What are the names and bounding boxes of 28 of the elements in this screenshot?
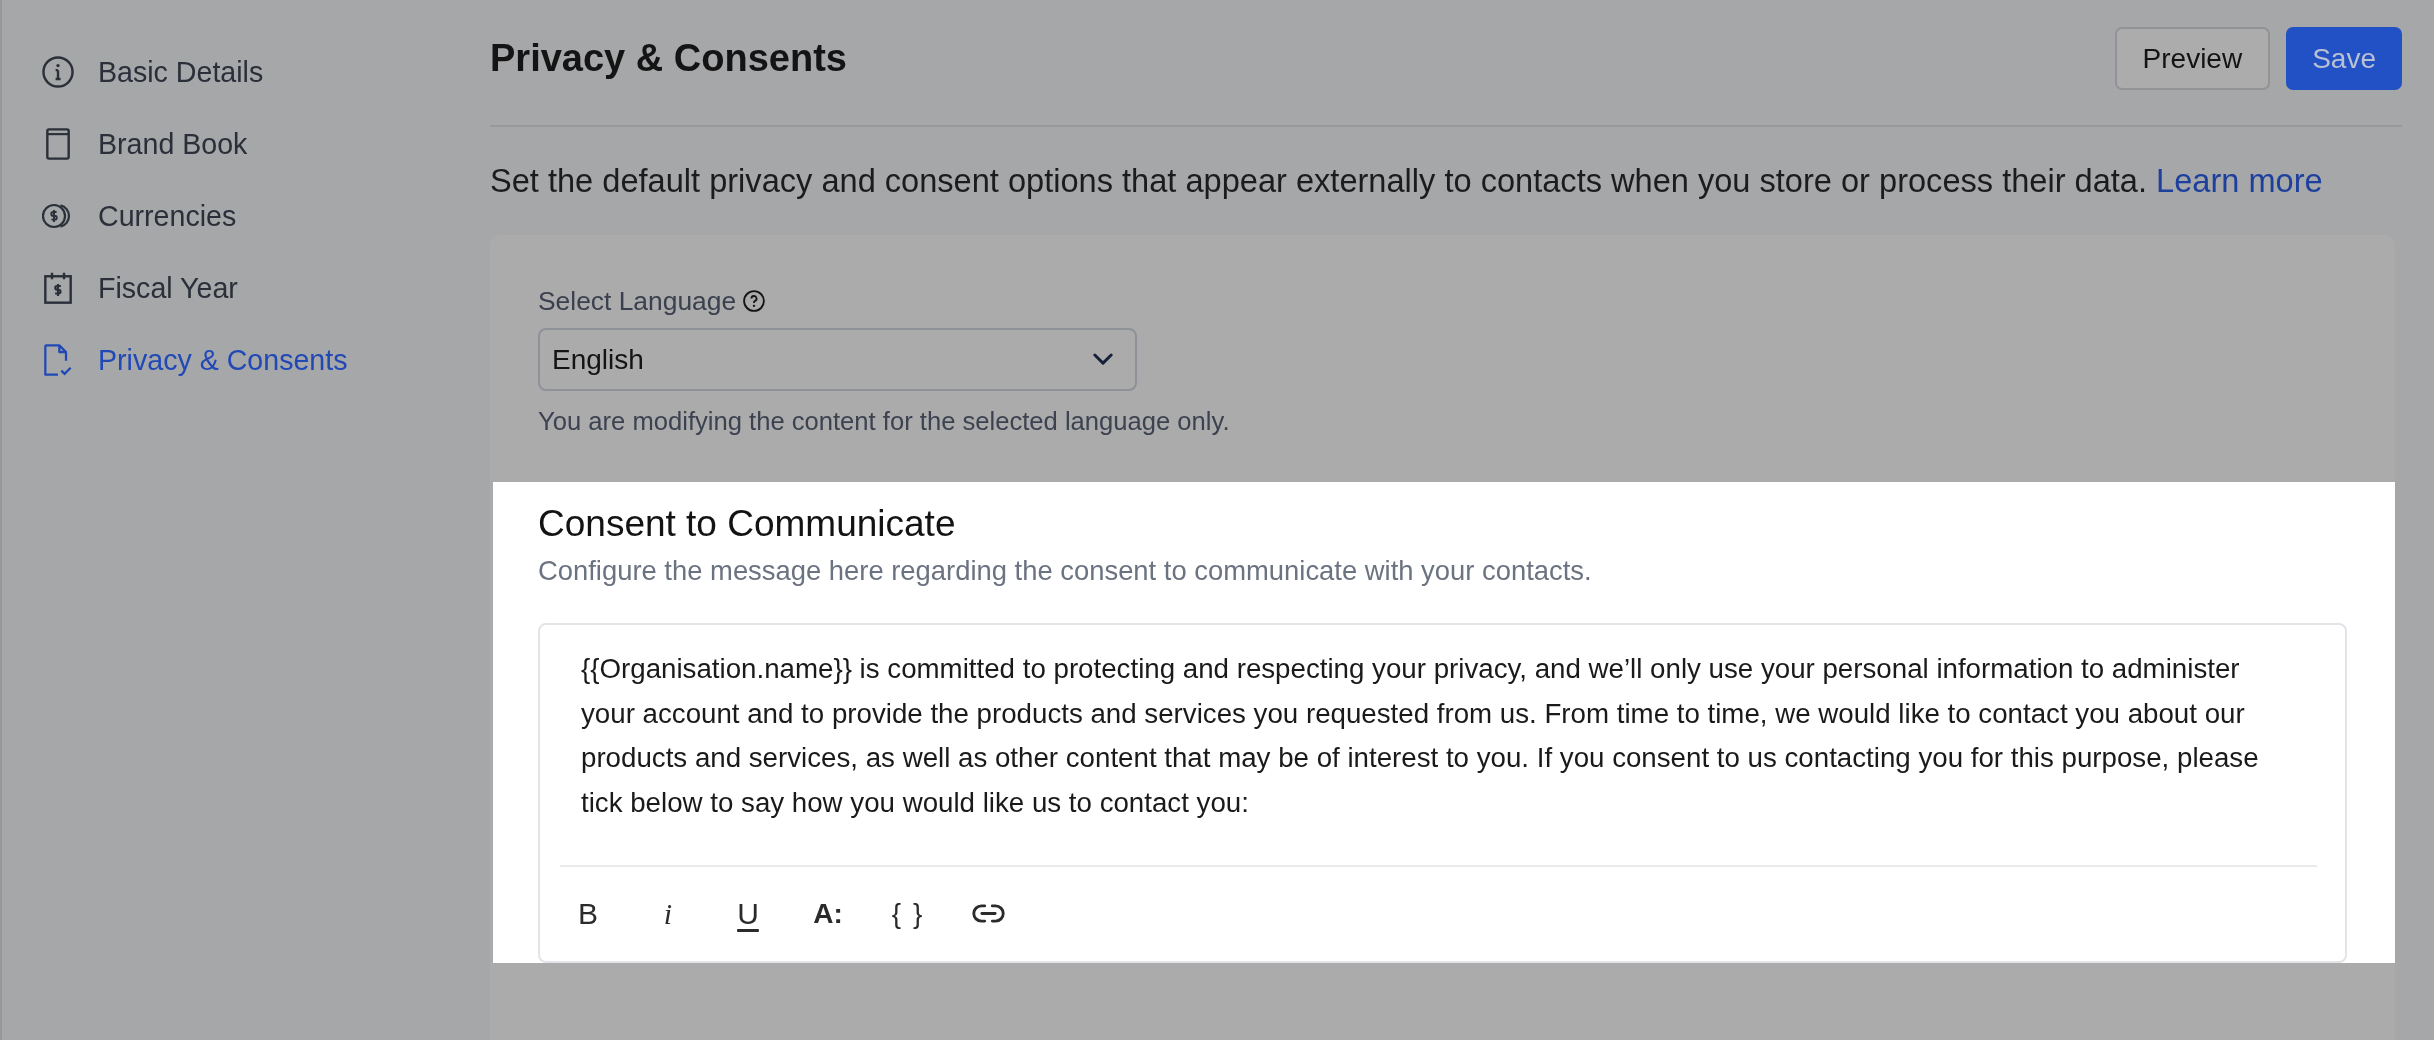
calendar-icon: [44, 272, 72, 304]
underline-button[interactable]: U: [720, 885, 776, 942]
chevron-down-icon: [1093, 353, 1113, 366]
save-button[interactable]: Save: [2286, 27, 2402, 90]
bold-button[interactable]: B: [560, 885, 616, 942]
field-label: Select Language: [538, 285, 737, 317]
language-select[interactable]: English: [538, 328, 1137, 391]
info-icon: [42, 56, 74, 88]
sidebar-item[interactable]: Basic Details: [42, 36, 264, 108]
book-icon: [46, 128, 70, 160]
document-check-icon: [44, 344, 72, 376]
rich-text-editor[interactable]: [538, 623, 2347, 963]
editor-text: {{Organisation.name}} is committed to protecting and respecting your privacy, and we’ll only use your personal information to administer your account and to provide the products and services you requested from us. From time to time, we would like to contact you about our products and services, as well as other content that may be of interest to you. If you consent to us contacting you for this purpose, please tick below to say how you would like us to contact you:: [580, 652, 2260, 821]
italic-button[interactable]: i: [640, 885, 696, 942]
font-size-button[interactable]: A:: [800, 885, 856, 942]
page-title: Privacy & Consents: [490, 37, 847, 80]
learn-more-link[interactable]: Learn more: [2156, 162, 2323, 199]
sidebar-item[interactable]: Fiscal Year: [42, 252, 238, 324]
sidebar-item[interactable]: Currencies: [42, 180, 237, 252]
insert-variable-button[interactable]: { }: [880, 885, 936, 942]
helper-text: You are modifying the content for the selected language only.: [538, 406, 1231, 436]
preview-button[interactable]: Preview: [2114, 27, 2271, 90]
sidebar-item[interactable]: Brand Book: [42, 108, 248, 180]
link-icon: [971, 904, 1005, 924]
help-icon: [743, 290, 766, 312]
description-text: Set the default privacy and consent options that appear externally to contacts when you store or process their data. Learn more: [490, 162, 2324, 200]
section-title: Consent to Communicate: [538, 503, 957, 545]
section-subtitle: Configure the message here regarding the consent to communicate with your contacts.: [538, 556, 1593, 586]
